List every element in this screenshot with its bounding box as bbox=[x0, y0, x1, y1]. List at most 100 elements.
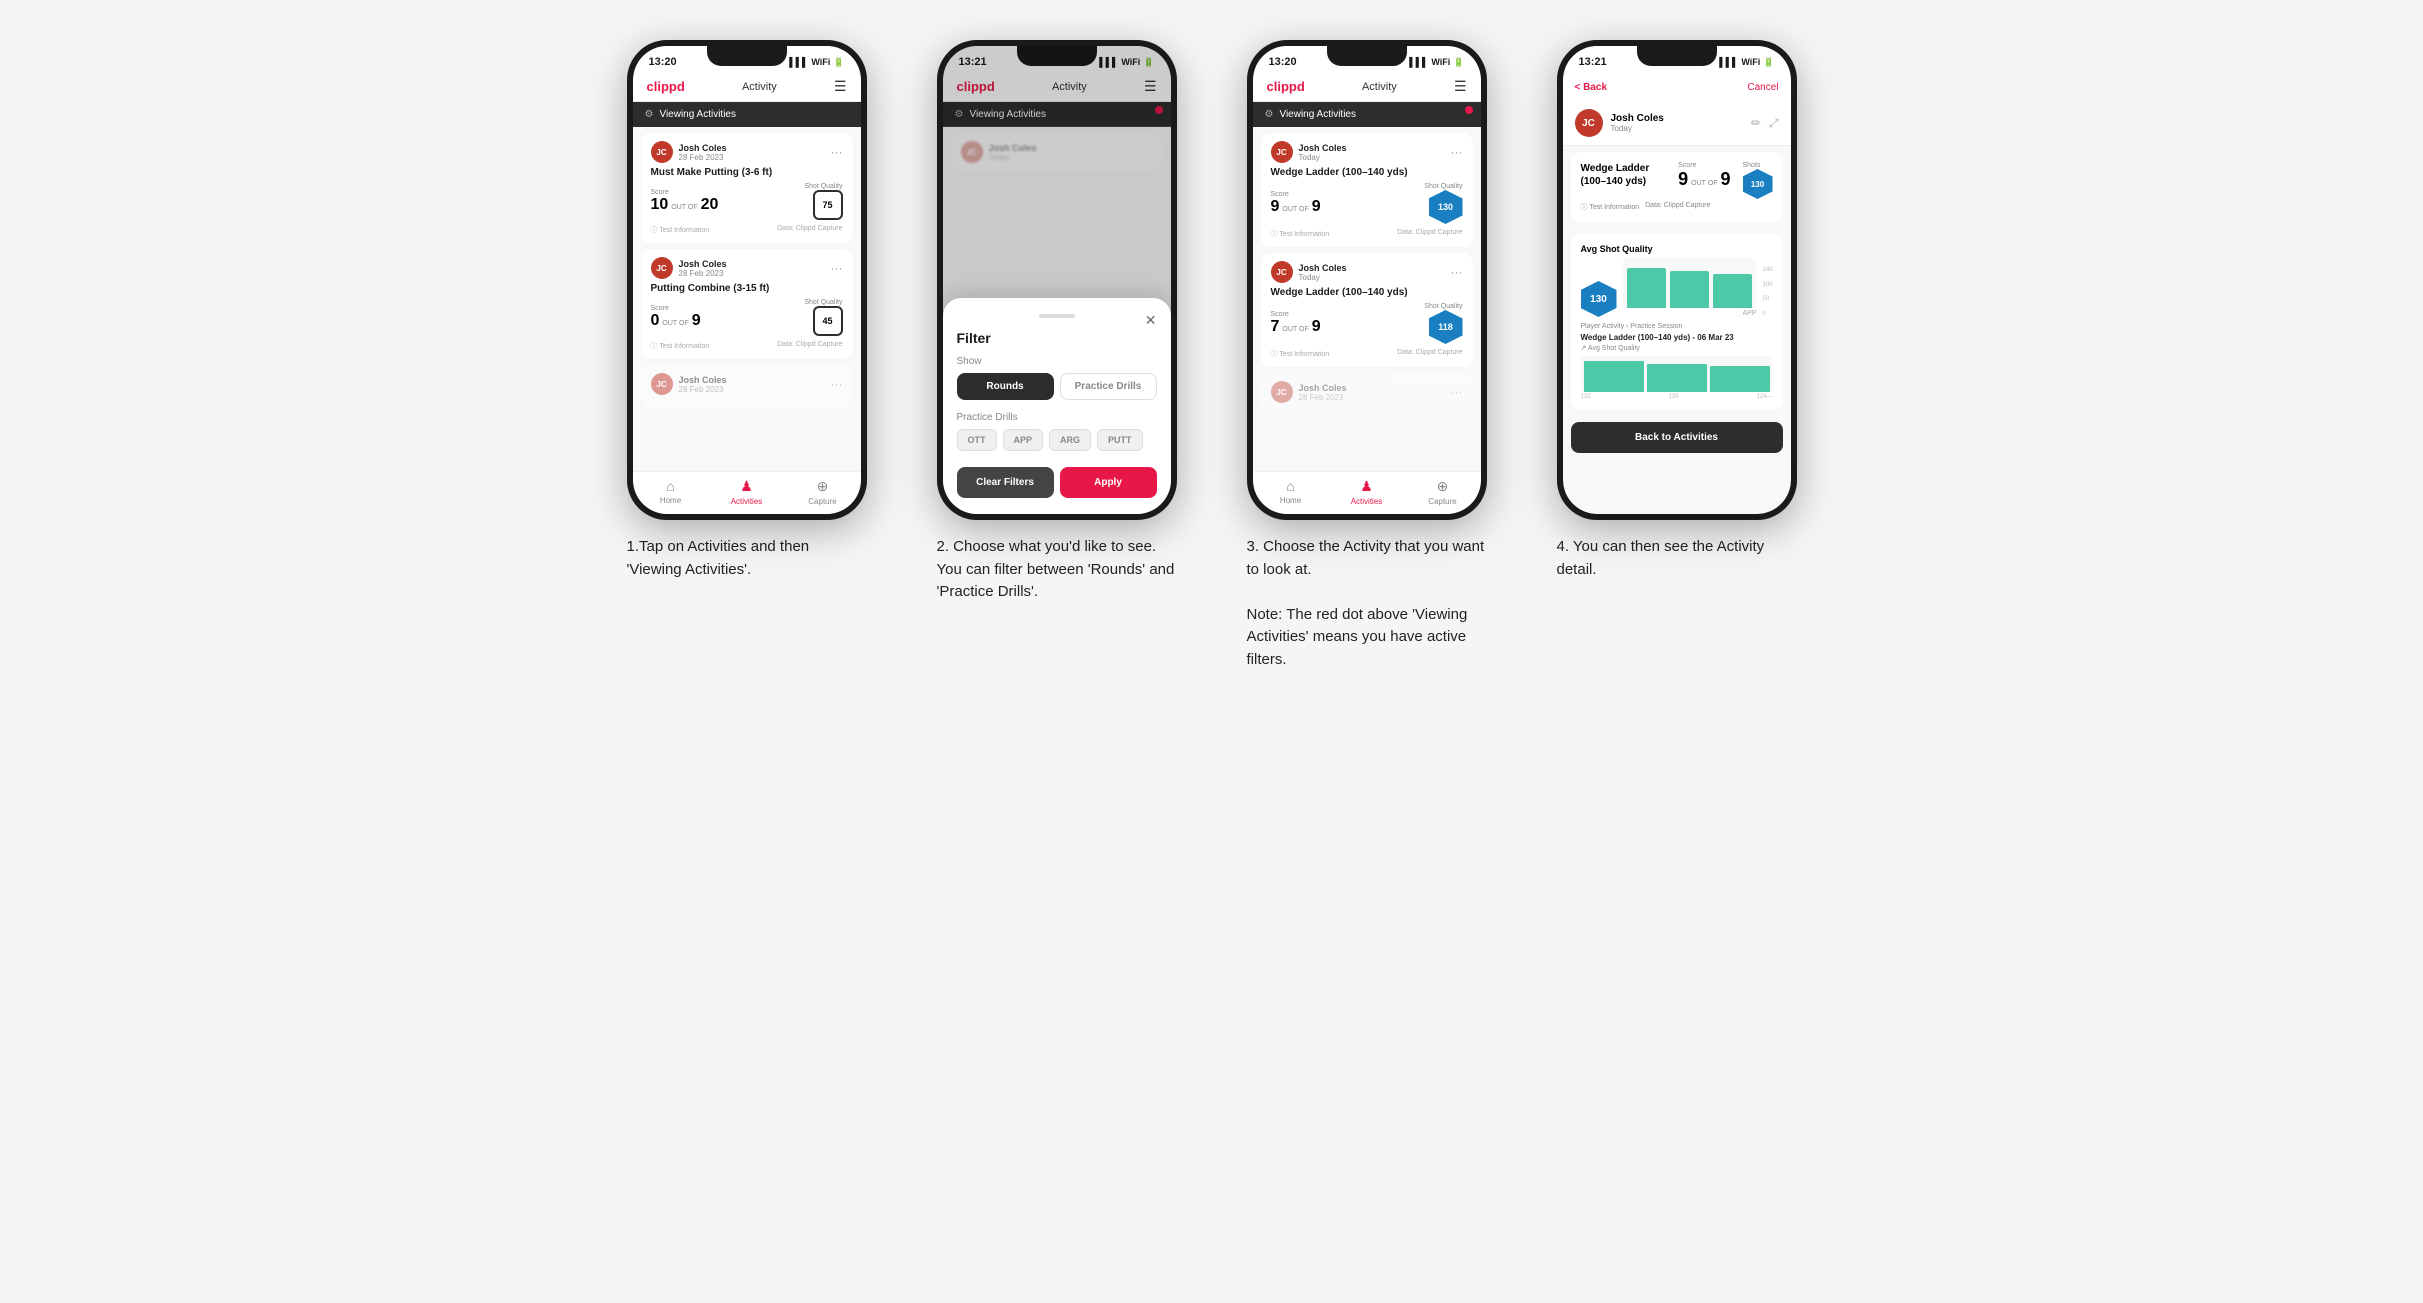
stat-group-sq-1-1: Shot Quality 75 bbox=[804, 183, 842, 220]
user-details-1-1: Josh Coles 28 Feb 2023 bbox=[679, 143, 727, 162]
activities-label-1: Activities bbox=[731, 497, 763, 506]
score-label-3-1: Score bbox=[1271, 191, 1321, 198]
more-dots-3-2[interactable]: ··· bbox=[1451, 265, 1463, 279]
outof-text-3-1: OUT OF bbox=[1282, 206, 1308, 213]
bottom-nav-activities-1[interactable]: ♟ Activities bbox=[709, 478, 785, 506]
more-dots-1-2[interactable]: ··· bbox=[831, 261, 843, 275]
shots-col-label-4: Shots bbox=[1743, 162, 1773, 169]
viewing-bar-1[interactable]: ⚙ Viewing Activities bbox=[633, 102, 861, 127]
phone-section-2: 13:21 ▌▌▌ WiFi 🔋 clippd Activity ☰ ⚙ bbox=[917, 40, 1197, 604]
detail-chart-card-4: Avg Shot Quality 130 APP bbox=[1571, 234, 1783, 410]
filter-close-2[interactable]: ✕ bbox=[1145, 312, 1157, 329]
nav-menu-3[interactable]: ☰ bbox=[1454, 78, 1467, 95]
back-to-activities-4[interactable]: Back to Activities bbox=[1571, 422, 1783, 453]
viewing-bar-text-3: Viewing Activities bbox=[1279, 109, 1356, 120]
stat-group-sq-1-2: Shot Quality 45 bbox=[804, 299, 842, 336]
item-footer-1-2: ⓘ Test Information Data: Clippd Capture bbox=[651, 341, 843, 351]
bottom-nav-home-3[interactable]: ⌂ Home bbox=[1253, 478, 1329, 506]
mini-val-1: 132 bbox=[1581, 394, 1591, 400]
viewing-bar-3[interactable]: ⚙ Viewing Activities bbox=[1253, 102, 1481, 127]
footer-right-3-1: Data: Clippd Capture bbox=[1397, 229, 1462, 239]
wifi-icon-3: WiFi bbox=[1431, 57, 1450, 67]
y-axis-4: 140 100 50 0 bbox=[1762, 267, 1772, 317]
footer-left-1-1: ⓘ Test Information bbox=[651, 225, 710, 235]
more-dots-3-1[interactable]: ··· bbox=[1451, 145, 1463, 159]
signal-icon-4: ▌▌▌ bbox=[1719, 57, 1738, 67]
bottom-nav-home-1[interactable]: ⌂ Home bbox=[633, 478, 709, 506]
bottom-nav-activities-3[interactable]: ♟ Activities bbox=[1329, 478, 1405, 506]
stat-group-score-1-2: Score 0 OUT OF 9 bbox=[651, 305, 701, 330]
more-dots-1-1[interactable]: ··· bbox=[831, 145, 843, 159]
activities-label-3: Activities bbox=[1351, 497, 1383, 506]
y-label-140: 140 bbox=[1762, 267, 1772, 273]
sq-label-1-1: Shot Quality bbox=[804, 183, 842, 190]
detail-outof-label-4: OUT OF bbox=[1691, 180, 1717, 187]
activity-item-1-1[interactable]: JC Josh Coles 28 Feb 2023 ··· Must Make … bbox=[641, 133, 853, 243]
item-header-1-2: JC Josh Coles 28 Feb 2023 ··· bbox=[651, 257, 843, 279]
home-label-3: Home bbox=[1280, 496, 1301, 505]
user-info-3-3: JC Josh Coles 28 Feb 2023 bbox=[1271, 381, 1347, 403]
bottom-nav-capture-1[interactable]: ⊕ Capture bbox=[785, 478, 861, 506]
outof-val-1-2: 9 bbox=[692, 312, 701, 330]
chart-hex-4: 130 bbox=[1581, 281, 1617, 317]
detail-info-right-4: Data: Clippd Capture bbox=[1645, 202, 1710, 212]
clear-filters-button-2[interactable]: Clear Filters bbox=[957, 467, 1054, 498]
filter-drills-2: OTT APP ARG PUTT bbox=[957, 429, 1157, 451]
activity-item-3-2[interactable]: JC Josh Coles Today ··· Wedge Ladder (10… bbox=[1261, 253, 1473, 367]
filter-tab-drills-2[interactable]: Practice Drills bbox=[1060, 373, 1157, 400]
caption-3: 3. Choose the Activity that you want to … bbox=[1247, 536, 1487, 671]
capture-icon-1: ⊕ bbox=[817, 478, 829, 495]
activity-item-1-2[interactable]: JC Josh Coles 28 Feb 2023 ··· Putting Co… bbox=[641, 249, 853, 359]
score-col-label-4: Score bbox=[1678, 162, 1730, 169]
user-info-1-2: JC Josh Coles 28 Feb 2023 bbox=[651, 257, 727, 279]
score-label-1-2: Score bbox=[651, 305, 701, 312]
edit-icon-4[interactable]: ✏ bbox=[1751, 116, 1761, 131]
filter-drills-label-2: Practice Drills bbox=[957, 412, 1157, 423]
activity-item-3-1[interactable]: JC Josh Coles Today ··· Wedge Ladder (10… bbox=[1261, 133, 1473, 247]
sq-badge-1-2: 45 bbox=[813, 306, 843, 336]
stat-sq-3-2: Shot Quality 118 bbox=[1424, 303, 1462, 344]
bottom-nav-3: ⌂ Home ♟ Activities ⊕ Capture bbox=[1253, 471, 1481, 514]
apply-button-2[interactable]: Apply bbox=[1060, 467, 1157, 498]
filter-actions-2: Clear Filters Apply bbox=[957, 467, 1157, 498]
phone-notch-4 bbox=[1637, 46, 1717, 66]
drill-ott-2[interactable]: OTT bbox=[957, 429, 997, 451]
phone-section-4: 13:21 ▌▌▌ WiFi 🔋 < Back Cancel JC bbox=[1537, 40, 1817, 581]
outof-text-3-2: OUT OF bbox=[1282, 326, 1308, 333]
phone-section-1: 13:20 ▌▌▌ WiFi 🔋 clippd Activity ☰ ⚙ bbox=[607, 40, 887, 581]
back-button-4[interactable]: < Back bbox=[1575, 82, 1608, 93]
detail-outof-4: 9 bbox=[1720, 169, 1730, 190]
sq-val-3-1: 130 bbox=[1438, 202, 1453, 212]
y-label-0: 0 bbox=[1762, 311, 1772, 317]
more-dots-3-3: ··· bbox=[1451, 385, 1463, 399]
user-name-1-2: Josh Coles bbox=[679, 259, 727, 269]
drill-app-2[interactable]: APP bbox=[1003, 429, 1044, 451]
user-date-3-1: Today bbox=[1299, 153, 1347, 162]
detail-action-icons-4: ✏ ⤢ bbox=[1751, 116, 1779, 131]
nav-menu-1[interactable]: ☰ bbox=[834, 78, 847, 95]
status-icons-4: ▌▌▌ WiFi 🔋 bbox=[1719, 57, 1774, 68]
drill-arg-2[interactable]: ARG bbox=[1049, 429, 1091, 451]
battery-icon-4: 🔋 bbox=[1763, 57, 1774, 68]
item-title-3-1: Wedge Ladder (100–140 yds) bbox=[1271, 167, 1463, 178]
activity-list-1: JC Josh Coles 28 Feb 2023 ··· Must Make … bbox=[633, 127, 861, 471]
bar-2-4 bbox=[1670, 271, 1709, 308]
filter-tab-rounds-2[interactable]: Rounds bbox=[957, 373, 1054, 400]
activity-item-1-3: JC Josh Coles 28 Feb 2023 ··· bbox=[641, 365, 853, 407]
item-header-3-1: JC Josh Coles Today ··· bbox=[1271, 141, 1463, 163]
bar-3-4 bbox=[1713, 274, 1752, 308]
avatar-1-2: JC bbox=[651, 257, 673, 279]
bottom-nav-capture-3[interactable]: ⊕ Capture bbox=[1405, 478, 1481, 506]
wifi-icon-1: WiFi bbox=[811, 57, 830, 67]
detail-avatar-4: JC bbox=[1575, 109, 1603, 137]
sq-badge-1-1: 75 bbox=[813, 190, 843, 220]
more-dots-1-3: ··· bbox=[831, 377, 843, 391]
drill-putt-2[interactable]: PUTT bbox=[1097, 429, 1143, 451]
nav-title-1: Activity bbox=[742, 81, 777, 93]
detail-user-date-4: Today bbox=[1611, 124, 1664, 133]
sq-hex-3-2: 118 bbox=[1429, 310, 1463, 344]
viewing-icon-3: ⚙ bbox=[1265, 109, 1274, 120]
phone-screen-3: 13:20 ▌▌▌ WiFi 🔋 clippd Activity ☰ ⚙ bbox=[1253, 46, 1481, 514]
cancel-button-4[interactable]: Cancel bbox=[1747, 82, 1778, 93]
expand-icon-4[interactable]: ⤢ bbox=[1769, 116, 1779, 131]
